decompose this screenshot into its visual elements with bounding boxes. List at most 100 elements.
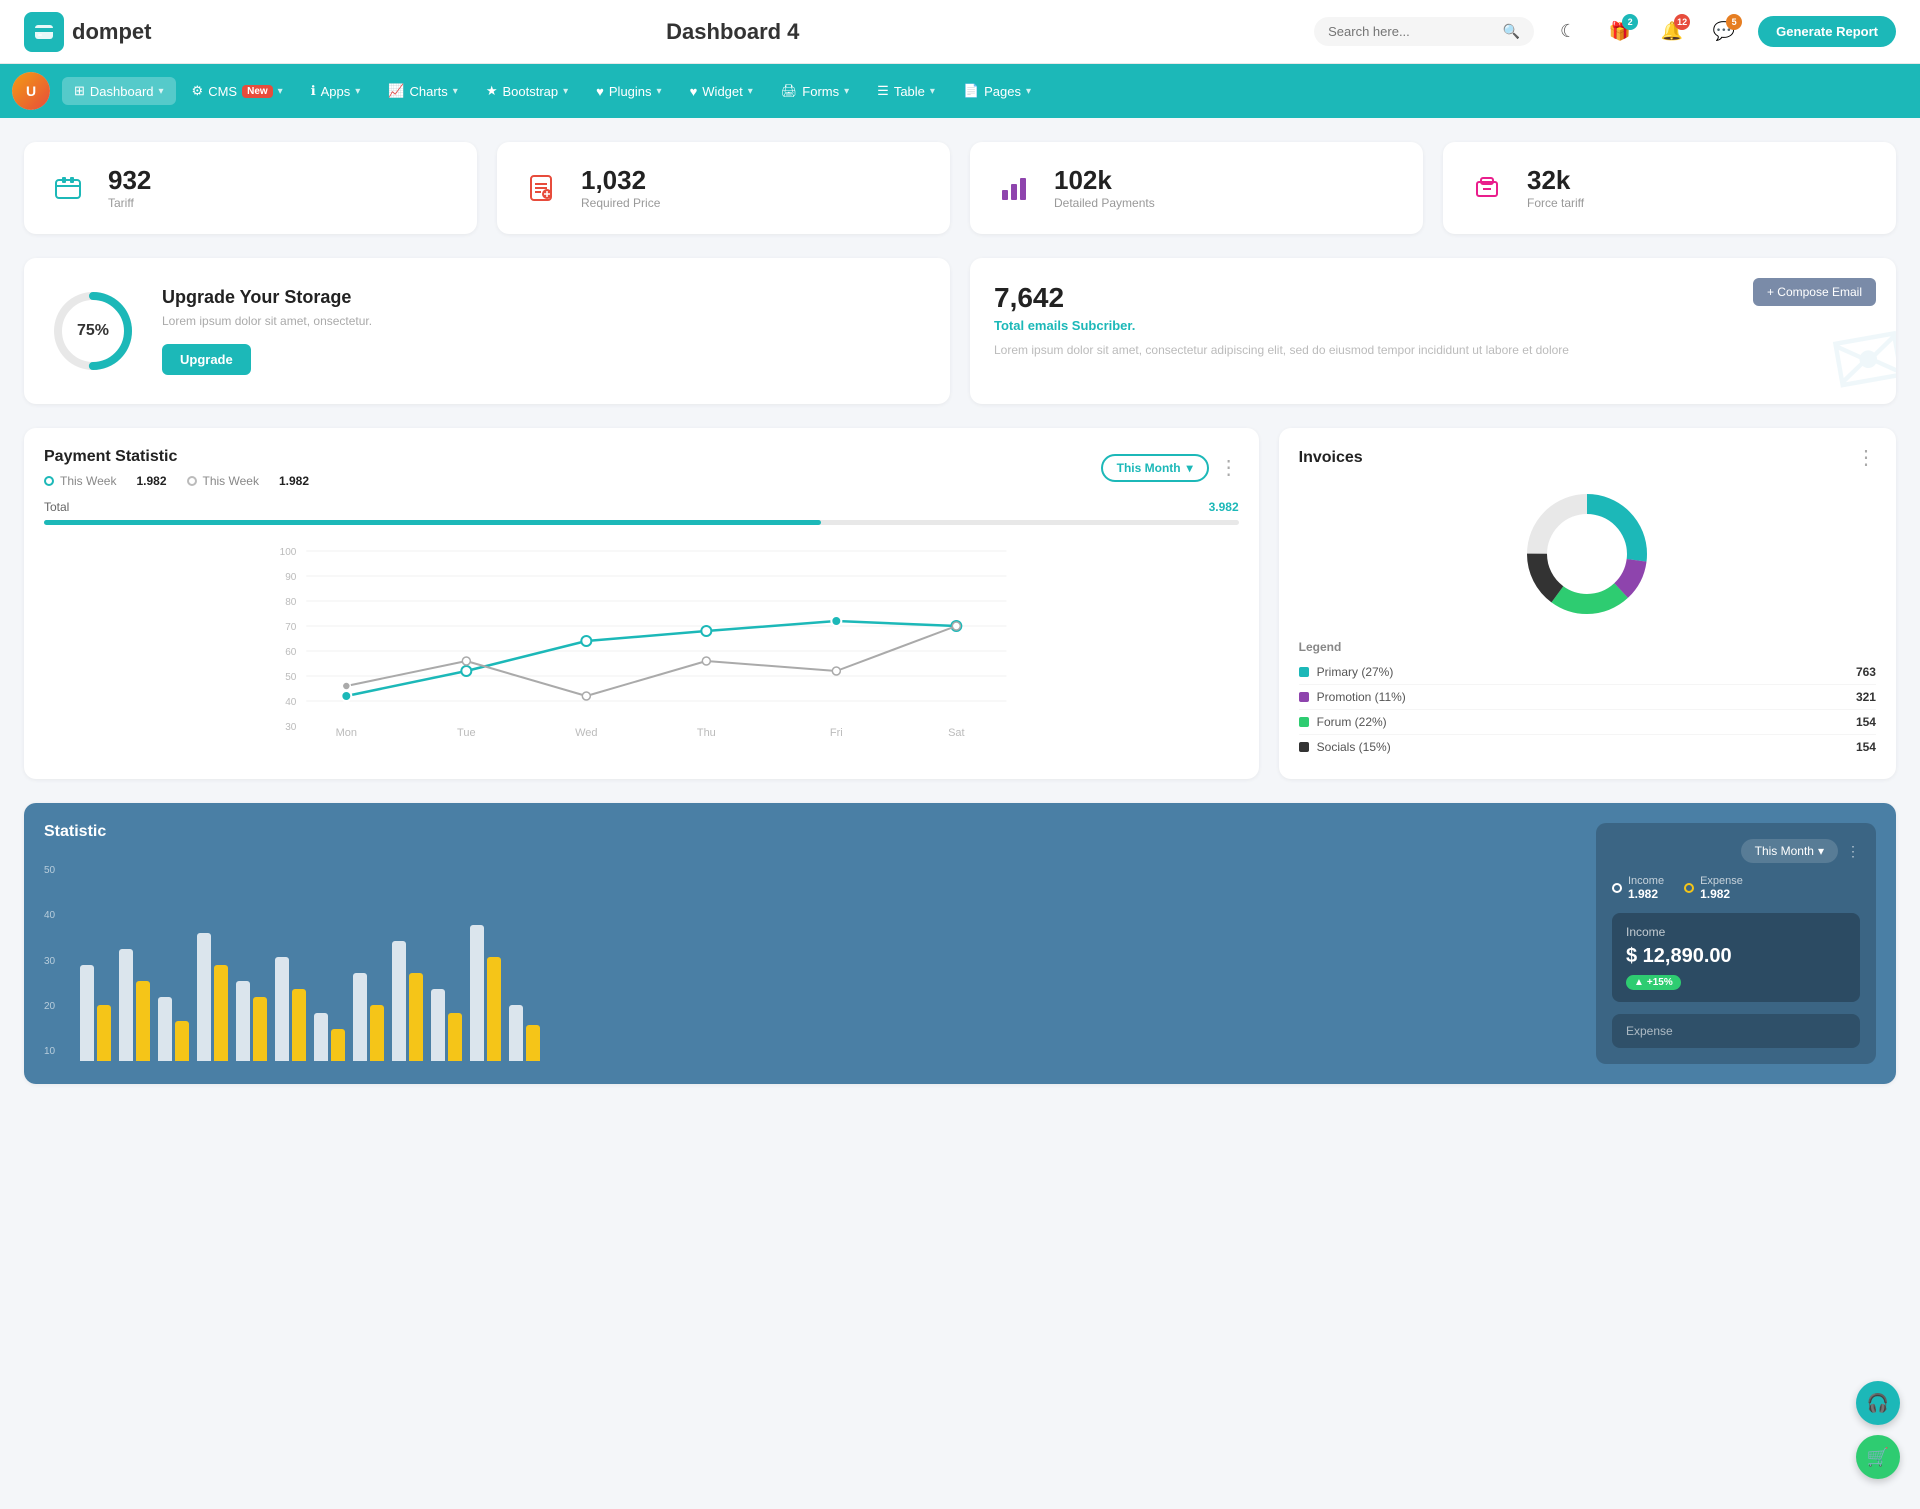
nav-item-table[interactable]: ☰ Table ▾ bbox=[865, 77, 947, 105]
income-dot bbox=[1612, 883, 1622, 893]
nav-item-charts[interactable]: 📈 Charts ▾ bbox=[376, 77, 470, 105]
gift-button[interactable]: 🎁 2 bbox=[1602, 14, 1638, 50]
legend-label-promotion: Promotion (11%) bbox=[1317, 690, 1406, 704]
detailed-payments-value: 102k bbox=[1054, 166, 1155, 195]
more-options-button[interactable]: ⋮ bbox=[1219, 458, 1239, 478]
legend-color-forum bbox=[1299, 717, 1309, 727]
storage-card: 75% Upgrade Your Storage Lorem ipsum dol… bbox=[24, 258, 950, 404]
legend-table: Primary (27%) 763 Promotion (11%) 321 Fo… bbox=[1299, 660, 1876, 759]
email-subscriber-count: 7,642 bbox=[994, 282, 1872, 314]
nav-item-dashboard[interactable]: ⊞ Dashboard ▾ bbox=[62, 77, 176, 105]
invoices-card: Invoices ⋮ Legend bbox=[1279, 428, 1896, 779]
email-description: Lorem ipsum dolor sit amet, consectetur … bbox=[994, 341, 1872, 359]
stat-card-detailed-payments: 102k Detailed Payments bbox=[970, 142, 1423, 234]
svg-text:50: 50 bbox=[285, 672, 297, 683]
legend-row-primary: Primary (27%) 763 bbox=[1299, 660, 1876, 685]
email-bg-icon: ✉ bbox=[1822, 303, 1896, 404]
theme-toggle[interactable]: ☾ bbox=[1550, 14, 1586, 50]
stat-card-required-price: 1,032 Required Price bbox=[497, 142, 950, 234]
fab-action[interactable]: 🛒 bbox=[1856, 1435, 1900, 1479]
bar-chart-area: Statistic 50 40 30 20 10 bbox=[44, 823, 1580, 1064]
stat-panel-filter: This Month ▾ ⋮ bbox=[1612, 839, 1860, 863]
svg-text:70: 70 bbox=[285, 622, 297, 633]
chart-title: Payment Statistic bbox=[44, 448, 309, 466]
legend-count-forum: 154 bbox=[1856, 715, 1876, 729]
nav-item-plugins[interactable]: ♥ Plugins ▾ bbox=[584, 78, 673, 105]
statistic-grid: Statistic 50 40 30 20 10 bbox=[44, 823, 1876, 1064]
legend-dot-1 bbox=[187, 476, 197, 486]
required-price-value: 1,032 bbox=[581, 166, 660, 195]
chevron-down-icon-filter: ▾ bbox=[1187, 461, 1193, 475]
storage-title: Upgrade Your Storage bbox=[162, 287, 372, 308]
legend-color-socials bbox=[1299, 742, 1309, 752]
storage-description: Lorem ipsum dolor sit amet, onsectetur. bbox=[162, 314, 372, 328]
chevron-down-icon-7: ▾ bbox=[748, 86, 753, 97]
nav-item-widget[interactable]: ♥ Widget ▾ bbox=[678, 78, 765, 105]
chevron-down-icon-5: ▾ bbox=[563, 86, 568, 97]
svg-text:60: 60 bbox=[285, 647, 297, 658]
filter-label: This Month bbox=[1117, 461, 1181, 475]
search-icon: 🔍 bbox=[1503, 23, 1520, 40]
stat-card-force-tariff: 32k Force tariff bbox=[1443, 142, 1896, 234]
moon-icon: ☾ bbox=[1560, 21, 1576, 42]
nav-label-cms: CMS bbox=[208, 84, 237, 99]
chevron-down-icon-3: ▾ bbox=[355, 86, 360, 97]
nav-item-pages[interactable]: 📄 Pages ▾ bbox=[951, 77, 1043, 105]
header-actions: 🔍 ☾ 🎁 2 🔔 12 💬 5 Generate Report bbox=[1314, 14, 1896, 50]
logo-icon bbox=[24, 12, 64, 52]
nav-label-pages: Pages bbox=[984, 84, 1021, 99]
payment-statistic-card: Payment Statistic This Week 1.982 This W… bbox=[24, 428, 1259, 779]
stat-more-options[interactable]: ⋮ bbox=[1846, 843, 1860, 860]
nav-item-bootstrap[interactable]: ★ Bootstrap ▾ bbox=[474, 77, 580, 105]
svg-text:80: 80 bbox=[285, 597, 297, 608]
tariff-label: Tariff bbox=[108, 196, 151, 210]
nav-label-plugins: Plugins bbox=[609, 84, 652, 99]
storage-text: Upgrade Your Storage Lorem ipsum dolor s… bbox=[162, 287, 372, 375]
total-label: Total bbox=[44, 500, 69, 514]
arrow-up-icon: ▲ bbox=[1634, 977, 1644, 988]
invoices-donut bbox=[1299, 484, 1876, 624]
messages-button[interactable]: 💬 5 bbox=[1706, 14, 1742, 50]
legend-count-promotion: 321 bbox=[1856, 690, 1876, 704]
email-subtitle: Total emails Subcriber. bbox=[994, 318, 1872, 333]
fab-container: 🎧 🛒 bbox=[1856, 1381, 1900, 1479]
nav-item-cms[interactable]: ⚙ CMS New ▾ bbox=[180, 77, 295, 105]
chart-total-row: Total 3.982 bbox=[44, 500, 1239, 514]
legend-value-0: 1.982 bbox=[136, 474, 166, 488]
chevron-down-icon-4: ▾ bbox=[453, 86, 458, 97]
legend-label-forum: Forum (22%) bbox=[1317, 715, 1387, 729]
search-input[interactable] bbox=[1328, 24, 1495, 39]
legend-label-primary: Primary (27%) bbox=[1317, 665, 1394, 679]
y-axis: 50 40 30 20 10 bbox=[44, 861, 55, 1061]
chevron-down-icon-6: ▾ bbox=[657, 86, 662, 97]
dashboard-icon: ⊞ bbox=[74, 83, 85, 99]
legend-val-1: 1.982 bbox=[279, 474, 309, 488]
nav-bar: U ⊞ Dashboard ▾ ⚙ CMS New ▾ ℹ Apps ▾ 📈 C… bbox=[0, 64, 1920, 118]
search-box[interactable]: 🔍 bbox=[1314, 17, 1534, 46]
nav-item-apps[interactable]: ℹ Apps ▾ bbox=[299, 77, 373, 105]
notifications-button[interactable]: 🔔 12 bbox=[1654, 14, 1690, 50]
bar-group-9 bbox=[431, 989, 462, 1061]
fab-support[interactable]: 🎧 bbox=[1856, 1381, 1900, 1425]
bar-group-10 bbox=[470, 925, 501, 1061]
income-label: Income bbox=[1628, 875, 1664, 887]
legend-item-1: This Week bbox=[187, 474, 259, 488]
expense-info: Expense 1.982 bbox=[1700, 875, 1743, 901]
nav-item-forms[interactable]: 🖨 Forms ▾ bbox=[769, 77, 861, 105]
income-badge-text: +15% bbox=[1647, 977, 1673, 988]
nav-label-widget: Widget bbox=[702, 84, 742, 99]
this-month-filter[interactable]: This Month ▾ bbox=[1101, 454, 1209, 482]
statistic-month-filter[interactable]: This Month ▾ bbox=[1741, 839, 1838, 863]
required-price-info: 1,032 Required Price bbox=[581, 166, 660, 211]
invoices-more-options[interactable]: ⋮ bbox=[1856, 448, 1876, 468]
compose-email-button[interactable]: + Compose Email bbox=[1753, 278, 1876, 306]
income-value: 1.982 bbox=[1628, 887, 1664, 901]
bars-container bbox=[80, 861, 1580, 1061]
expense-value: 1.982 bbox=[1700, 887, 1743, 901]
upgrade-button[interactable]: Upgrade bbox=[162, 344, 251, 375]
legend-color-primary bbox=[1299, 667, 1309, 677]
progress-fill bbox=[44, 520, 821, 525]
total-value: 3.982 bbox=[1209, 500, 1239, 514]
generate-report-button[interactable]: Generate Report bbox=[1758, 16, 1896, 47]
legend-color-promotion bbox=[1299, 692, 1309, 702]
